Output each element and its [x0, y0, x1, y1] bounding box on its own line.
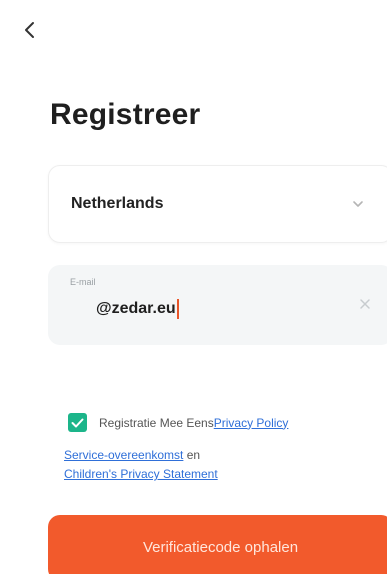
email-label: E-mail	[70, 277, 96, 287]
agreement-text: Registratie Mee Eens	[99, 415, 214, 430]
email-redacted-part	[70, 301, 96, 317]
page-title: Registreer	[50, 98, 201, 131]
chevron-left-icon	[25, 22, 34, 38]
get-verification-code-button[interactable]: Verificatiecode ophalen	[48, 515, 387, 574]
country-value: Netherlands	[71, 195, 164, 212]
close-icon[interactable]	[359, 298, 371, 310]
email-value-row: @zedar.eu	[70, 299, 377, 319]
text-cursor	[176, 299, 179, 319]
agreement-checkbox[interactable]	[68, 413, 87, 432]
email-field[interactable]: E-mail @zedar.eu	[48, 265, 387, 345]
terms-links: Service-overeenkomst en Children's Priva…	[64, 446, 364, 484]
agreement-row: Registratie Mee Eens Privacy Policy	[68, 413, 386, 432]
conjunction-text: en	[186, 448, 201, 462]
checkmark-icon	[71, 418, 84, 427]
childrens-privacy-link[interactable]: Children's Privacy Statement	[64, 467, 218, 481]
chevron-down-icon	[353, 201, 363, 207]
email-value: @zedar.eu	[96, 300, 176, 317]
back-button[interactable]	[14, 14, 46, 46]
privacy-policy-link[interactable]: Privacy Policy	[214, 416, 289, 430]
service-agreement-link[interactable]: Service-overeenkomst	[64, 448, 183, 462]
register-page: Registreer Netherlands E-mail @zedar.eu …	[0, 0, 387, 574]
country-select[interactable]: Netherlands	[48, 165, 387, 243]
